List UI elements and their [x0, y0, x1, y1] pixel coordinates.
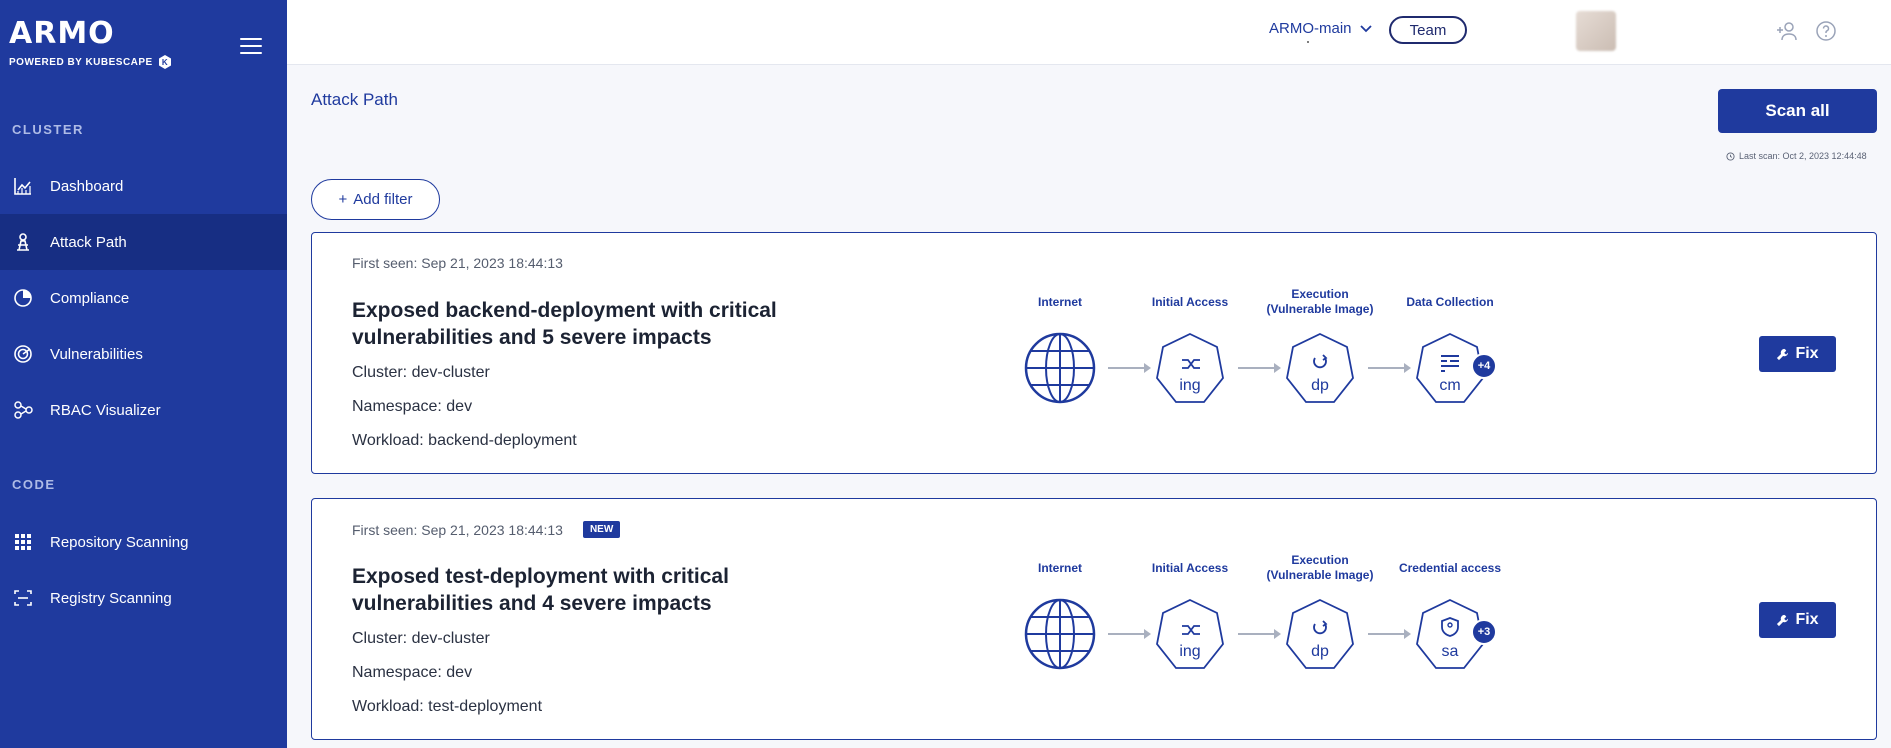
help-icon[interactable]: [1815, 20, 1837, 42]
node-dp[interactable]: dp: [1286, 599, 1354, 669]
node-label: sa: [1442, 643, 1459, 660]
stage-label-internet: Internet: [1037, 295, 1082, 309]
attack-path-icon: [17, 233, 29, 251]
kubescape-icon: K: [158, 55, 171, 69]
workload-text: Workload: test-deployment: [352, 698, 543, 715]
fix-label: Fix: [1795, 611, 1819, 628]
attack-path-graph: ing dp: [1024, 332, 1411, 404]
first-seen-text: First seen: Sep 21, 2023 18:44:13: [352, 255, 563, 271]
sidebar-item-repository-scanning[interactable]: Repository Scanning: [0, 514, 287, 570]
fix-label: Fix: [1795, 345, 1819, 362]
graph-icon: [14, 401, 33, 419]
sidebar-item-attack-path[interactable]: Attack Path: [0, 214, 287, 270]
plus-icon: +: [338, 191, 348, 208]
arrow-icon: [1108, 629, 1151, 639]
stage-label-credential-access: Credential access: [1398, 561, 1502, 575]
namespace-text: Namespace: dev: [352, 398, 473, 415]
grid-icon: [15, 534, 31, 550]
wrench-icon: [1777, 348, 1789, 360]
sidebar-item-label: Registry Scanning: [50, 589, 172, 607]
globe-icon[interactable]: [1024, 598, 1096, 670]
arrow-icon: [1238, 629, 1281, 639]
add-user-icon[interactable]: [1776, 20, 1798, 42]
wrench-icon: [1777, 614, 1789, 626]
more-impacts-badge[interactable]: +4: [1471, 353, 1497, 379]
page-title: Attack Path: [311, 90, 398, 109]
armo-logo: ARMO: [9, 16, 115, 51]
sidebar-item-registry-scanning[interactable]: Registry Scanning: [0, 570, 287, 626]
tenant-name: ARMO-main: [1269, 20, 1352, 37]
section-label-code: CODE: [12, 477, 56, 492]
node-dp[interactable]: dp: [1286, 333, 1354, 403]
section-label-cluster: CLUSTER: [12, 122, 84, 137]
workload-text: Workload: backend-deployment: [352, 432, 577, 449]
cluster-text: Cluster: dev-cluster: [352, 364, 490, 381]
node-ing[interactable]: ing: [1156, 333, 1224, 403]
arrow-icon: [1108, 363, 1151, 373]
node-label: ing: [1179, 377, 1200, 394]
namespace-text: Namespace: dev: [352, 664, 473, 681]
node-ing[interactable]: ing: [1156, 599, 1224, 669]
tenant-selector[interactable]: ARMO-main: [1269, 20, 1372, 37]
sidebar-item-compliance[interactable]: Compliance: [0, 270, 287, 326]
menu-toggle-icon[interactable]: [240, 38, 262, 56]
sidebar-item-label: Dashboard: [50, 177, 124, 195]
globe-icon[interactable]: [1024, 332, 1096, 404]
sidebar: ARMO POWERED BY KUBESCAPE K CLUSTER Dash…: [0, 0, 287, 748]
svg-text:K: K: [162, 58, 168, 67]
stage-label-execution: Execution (Vulnerable Image): [1266, 553, 1374, 582]
cluster-text: Cluster: dev-cluster: [352, 630, 490, 647]
card-title[interactable]: Exposed test-deployment with critical vu…: [352, 563, 822, 617]
avatar[interactable]: [1576, 11, 1616, 51]
stage-label-initial-access: Initial Access: [1151, 561, 1229, 575]
registry-icon: [14, 590, 32, 606]
card-title[interactable]: Exposed backend-deployment with critical…: [352, 297, 822, 351]
last-scan-text: Last scan: Oct 2, 2023 12:44:48: [1739, 151, 1867, 161]
stage-label-internet: Internet: [1037, 561, 1082, 575]
sidebar-item-dashboard[interactable]: Dashboard: [0, 158, 287, 214]
first-seen-text: First seen: Sep 21, 2023 18:44:13: [352, 521, 563, 538]
sidebar-item-label: RBAC Visualizer: [50, 401, 161, 419]
arrow-icon: [1238, 363, 1281, 373]
node-label: dp: [1311, 643, 1329, 660]
sidebar-item-label: Vulnerabilities: [50, 345, 143, 363]
sidebar-item-vulnerabilities[interactable]: Vulnerabilities: [0, 326, 287, 382]
stage-label-execution: Execution (Vulnerable Image): [1266, 287, 1374, 316]
node-label: dp: [1311, 377, 1329, 394]
sidebar-item-rbac-visualizer[interactable]: RBAC Visualizer: [0, 382, 287, 438]
last-scan-info: Last scan: Oct 2, 2023 12:44:48: [1726, 151, 1867, 161]
attack-path-card[interactable]: First seen: Sep 21, 2023 18:44:13 NEW Ex…: [311, 498, 1877, 740]
node-label: ing: [1179, 643, 1200, 660]
add-filter-label: Add filter: [353, 191, 413, 208]
team-button[interactable]: Team: [1389, 16, 1467, 44]
new-badge: NEW: [582, 521, 621, 538]
topbar: [287, 0, 1891, 65]
brand[interactable]: ARMO POWERED BY KUBESCAPE K: [9, 18, 173, 70]
stage-label-data-collection: Data Collection: [1406, 295, 1494, 309]
chart-icon: [14, 178, 31, 195]
radar-icon: [14, 345, 32, 363]
arrow-icon: [1368, 629, 1411, 639]
sidebar-item-label: Attack Path: [50, 233, 127, 251]
add-filter-button[interactable]: + Add filter: [311, 179, 440, 220]
stage-label-initial-access: Initial Access: [1151, 295, 1229, 309]
fix-button[interactable]: Fix: [1759, 602, 1836, 638]
arrow-icon: [1368, 363, 1411, 373]
chevron-down-icon: [1359, 24, 1372, 32]
brand-tagline: POWERED BY KUBESCAPE: [9, 56, 153, 68]
more-impacts-badge[interactable]: +3: [1471, 619, 1497, 645]
dot-marker: [1307, 41, 1309, 43]
attack-path-card[interactable]: First seen: Sep 21, 2023 18:44:13 Expose…: [311, 232, 1877, 474]
clock-icon: [1726, 151, 1735, 161]
fix-button[interactable]: Fix: [1759, 336, 1836, 372]
scan-all-button[interactable]: Scan all: [1718, 89, 1877, 133]
sidebar-item-label: Repository Scanning: [50, 533, 189, 551]
compliance-icon: [14, 289, 32, 307]
attack-path-graph: ing dp: [1024, 598, 1411, 670]
node-label: cm: [1439, 377, 1460, 394]
sidebar-item-label: Compliance: [50, 289, 130, 307]
